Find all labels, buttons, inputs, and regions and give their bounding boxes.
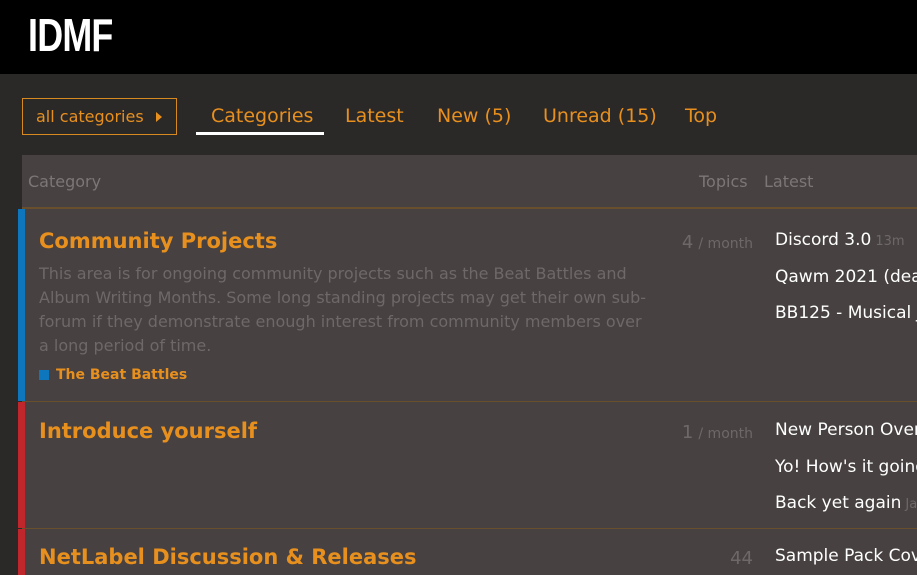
nav-top[interactable]: Top [685,105,717,127]
caret-right-icon [156,112,162,122]
active-tab-underline [196,132,324,135]
subcategory-color-square [39,370,49,380]
latest-topic[interactable]: BB125 - Musical Je [775,303,917,323]
latest-topic-title: Back yet again [775,493,902,513]
latest-topic[interactable]: Discord 3.0 13m [775,230,905,250]
topics-number: 1 [681,422,694,443]
category-title[interactable]: Community Projects [39,229,277,253]
table-header: Category Topics Latest [22,155,917,209]
latest-topic[interactable]: Qawm 2021 (dead [775,267,917,287]
topics-count: 4 / month [682,232,753,253]
header-topics: Topics [699,172,748,191]
latest-topic-title: Discord 3.0 [775,230,872,250]
nav-unread[interactable]: Unread (15) [543,105,657,127]
topics-count: 1 / month [682,422,753,443]
category-title[interactable]: NetLabel Discussion & Releases [39,545,417,569]
category-color-bar [18,529,25,575]
subcategory-link[interactable]: The Beat Battles [39,367,187,383]
category-dropdown[interactable]: all categories [22,98,177,135]
site-header: IDMF [0,0,917,74]
header-category: Category [28,172,102,191]
latest-topic-age: Jan [905,497,917,512]
latest-topic[interactable]: Sample Pack Cove [775,546,917,566]
topics-unit: / month [698,426,753,442]
topics-unit: / month [698,236,753,252]
category-table: Category Topics Latest Community Project… [18,155,917,575]
latest-topic-title: BB125 - Musical Je [775,303,917,323]
topics-number: 44 [730,548,753,569]
nav-new[interactable]: New (5) [437,105,511,127]
subcategory-label: The Beat Battles [56,367,188,383]
nav-categories[interactable]: Categories [211,105,313,127]
latest-topic[interactable]: New Person Over H [775,420,917,440]
category-title[interactable]: Introduce yourself [39,419,257,443]
header-latest: Latest [764,172,814,191]
category-row: NetLabel Discussion & Releases 44 Sample… [18,529,917,575]
latest-topic[interactable]: Back yet againJan [775,493,917,513]
latest-topic-title: Qawm 2021 (dead [775,267,917,287]
navigation-bar: all categories Categories Latest New (5)… [0,74,917,155]
latest-topic-age: 13m [875,234,905,249]
category-dropdown-label: all categories [36,107,144,126]
topics-number: 4 [681,232,694,253]
latest-topic-title: Sample Pack Cove [775,546,917,566]
latest-topic-title: Yo! How's it going? [775,457,917,477]
latest-topic-title: New Person Over H [775,420,917,440]
category-color-bar [18,209,25,401]
nav-latest[interactable]: Latest [345,105,404,127]
topics-count: 44 [730,548,753,569]
category-row: Introduce yourself 1 / month New Person … [18,402,917,529]
category-color-bar [18,402,25,528]
site-logo[interactable]: IDMF [28,8,113,62]
category-row: Community Projects This area is for ongo… [18,209,917,402]
category-description: This area is for ongoing community proje… [39,264,646,355]
latest-topic[interactable]: Yo! How's it going? [775,457,917,477]
